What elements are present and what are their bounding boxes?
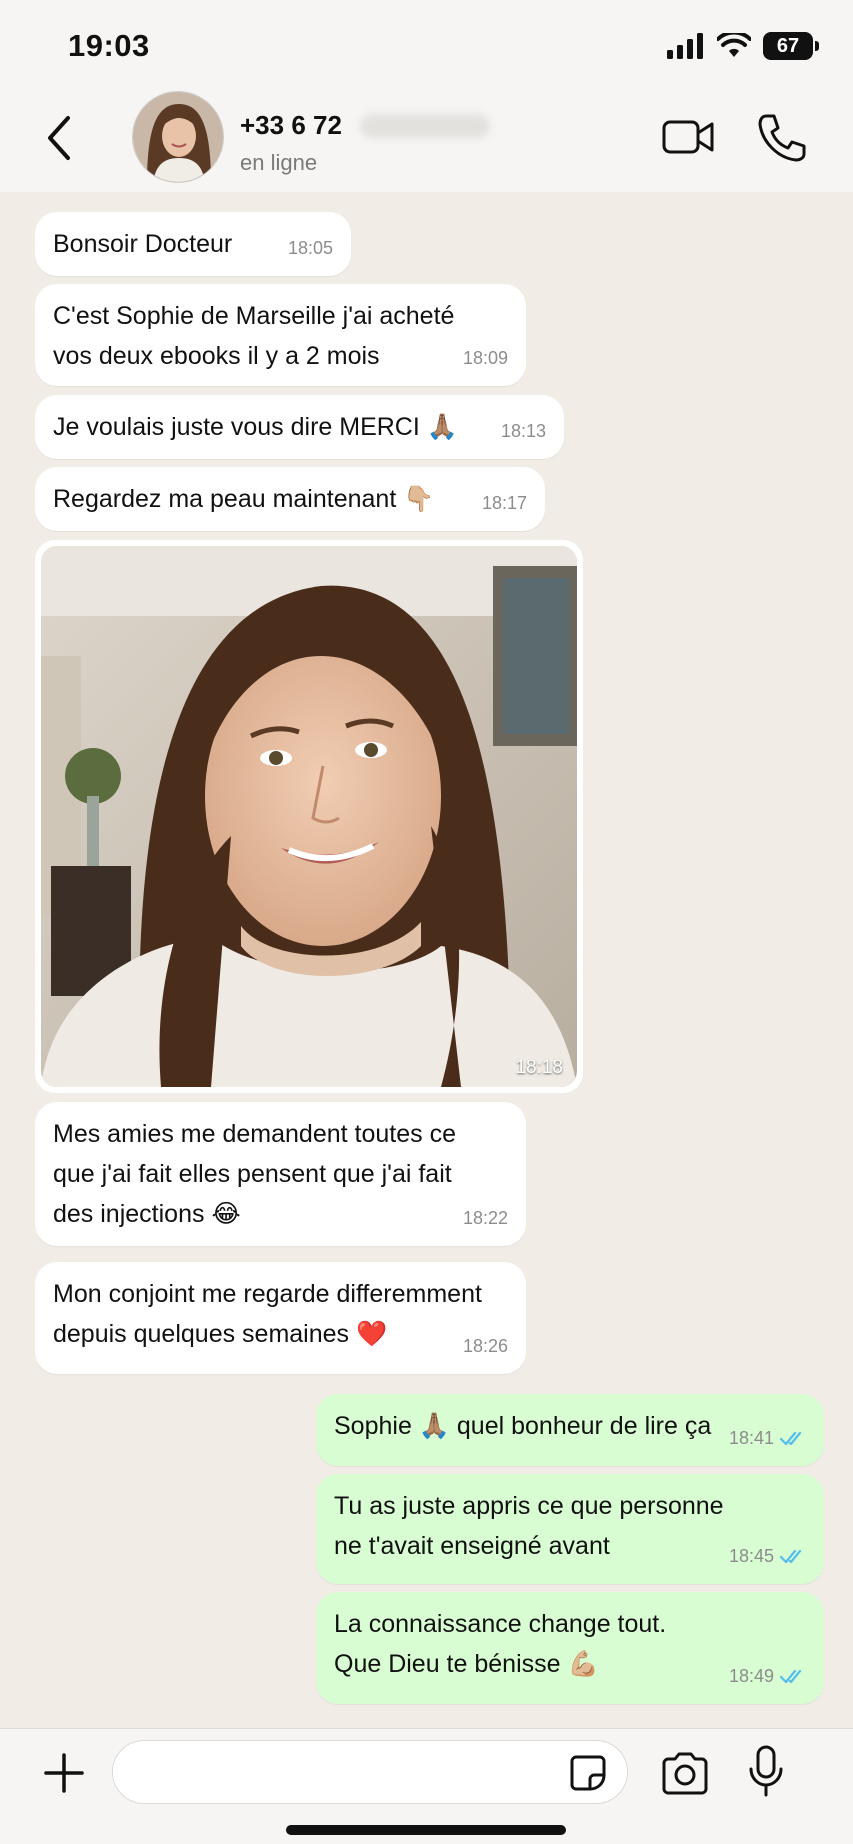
camera-icon[interactable]: [660, 1751, 710, 1795]
blurred-number: [360, 114, 490, 138]
message-bubble-outgoing[interactable]: Tu as juste appris ce que personne ne t'…: [316, 1474, 824, 1584]
wifi-icon: [717, 33, 751, 57]
folded-hands-emoji: 🙏🏽: [426, 412, 458, 441]
laughing-emoji: 😂: [211, 1199, 241, 1228]
message-text: Je voulais juste vous dire MERCI 🙏🏽: [53, 412, 458, 441]
read-ticks-icon: [780, 1431, 802, 1446]
avatar[interactable]: [132, 91, 224, 183]
heart-emoji: ❤️: [356, 1319, 388, 1348]
status-icons: 67: [667, 32, 819, 60]
folded-hands-emoji: 🙏🏽: [418, 1411, 450, 1440]
message-input[interactable]: [112, 1740, 628, 1804]
battery-indicator: 67: [763, 32, 819, 60]
message-time: 18:05: [287, 238, 333, 258]
message-time: 18:09: [462, 348, 508, 368]
home-indicator: [286, 1825, 566, 1835]
message-bubble-outgoing[interactable]: La connaissance change tout. Que Dieu te…: [316, 1592, 824, 1704]
message-bubble-incoming[interactable]: C'est Sophie de Marseille j'ai acheté vo…: [35, 284, 526, 386]
contact-status: en ligne: [240, 150, 318, 175]
signal-icon: [667, 33, 703, 59]
read-ticks-icon: [780, 1549, 802, 1564]
message-text: Regardez ma peau maintenant 👇🏼: [53, 484, 435, 513]
message-line: C'est Sophie de Marseille j'ai acheté: [53, 302, 455, 330]
chat-area: Bonsoir Docteur 18:05 C'est Sophie de Ma…: [0, 192, 853, 1728]
photo[interactable]: 18:18: [41, 546, 577, 1087]
message-bubble-incoming[interactable]: Regardez ma peau maintenant 👇🏼 18:17: [35, 467, 545, 531]
message-line: La connaissance change tout.: [334, 1610, 667, 1638]
message-time: 18:26: [462, 1336, 508, 1356]
read-ticks-icon: [780, 1669, 802, 1684]
status-bar: 19:03 67: [0, 0, 853, 88]
message-line: que j'ai fait elles pensent que j'ai fai…: [53, 1160, 452, 1188]
message-line: depuis quelques semaines ❤️: [53, 1319, 388, 1348]
message-time: 18:41: [729, 1418, 806, 1458]
message-bubble-incoming[interactable]: Je voulais juste vous dire MERCI 🙏🏽 18:1…: [35, 395, 564, 459]
plus-icon[interactable]: [42, 1751, 86, 1795]
sticker-icon[interactable]: [568, 1753, 608, 1793]
chat-header: +33 6 72 en ligne: [0, 88, 853, 192]
message-time: 18:13: [500, 421, 546, 441]
message-line: Mes amies me demandent toutes ce: [53, 1120, 456, 1148]
message-bubble-incoming[interactable]: Mes amies me demandent toutes ce que j'a…: [35, 1102, 526, 1246]
chevron-left-icon[interactable]: [38, 112, 82, 164]
pointing-down-emoji: 👇🏼: [403, 484, 435, 513]
message-bubble-incoming[interactable]: Mon conjoint me regarde differemment dep…: [35, 1262, 526, 1374]
message-time: 18:45: [729, 1536, 806, 1576]
status-time: 19:03: [68, 28, 150, 63]
photo-message[interactable]: 18:18: [35, 540, 583, 1093]
phone-icon[interactable]: [756, 112, 806, 162]
photo-time: 18:18: [515, 1057, 563, 1078]
message-line: Tu as juste appris ce que personne: [334, 1492, 724, 1520]
flexed-biceps-emoji: 💪🏼: [567, 1649, 599, 1678]
message-line: vos deux ebooks il y a 2 mois: [53, 342, 380, 370]
message-line: des injections 😂: [53, 1199, 241, 1228]
message-time: 18:49: [729, 1656, 806, 1696]
message-time: 18:17: [481, 493, 527, 513]
contact-name[interactable]: +33 6 72: [240, 110, 342, 141]
video-camera-icon[interactable]: [662, 116, 716, 158]
microphone-icon[interactable]: [748, 1745, 784, 1797]
message-bubble-incoming[interactable]: Bonsoir Docteur 18:05: [35, 212, 351, 276]
composer-bar: [0, 1728, 853, 1844]
message-bubble-outgoing[interactable]: Sophie 🙏🏽 quel bonheur de lire ça 18:41: [316, 1394, 824, 1466]
message-line: Mon conjoint me regarde differemment: [53, 1280, 482, 1308]
message-time: 18:22: [462, 1208, 508, 1228]
